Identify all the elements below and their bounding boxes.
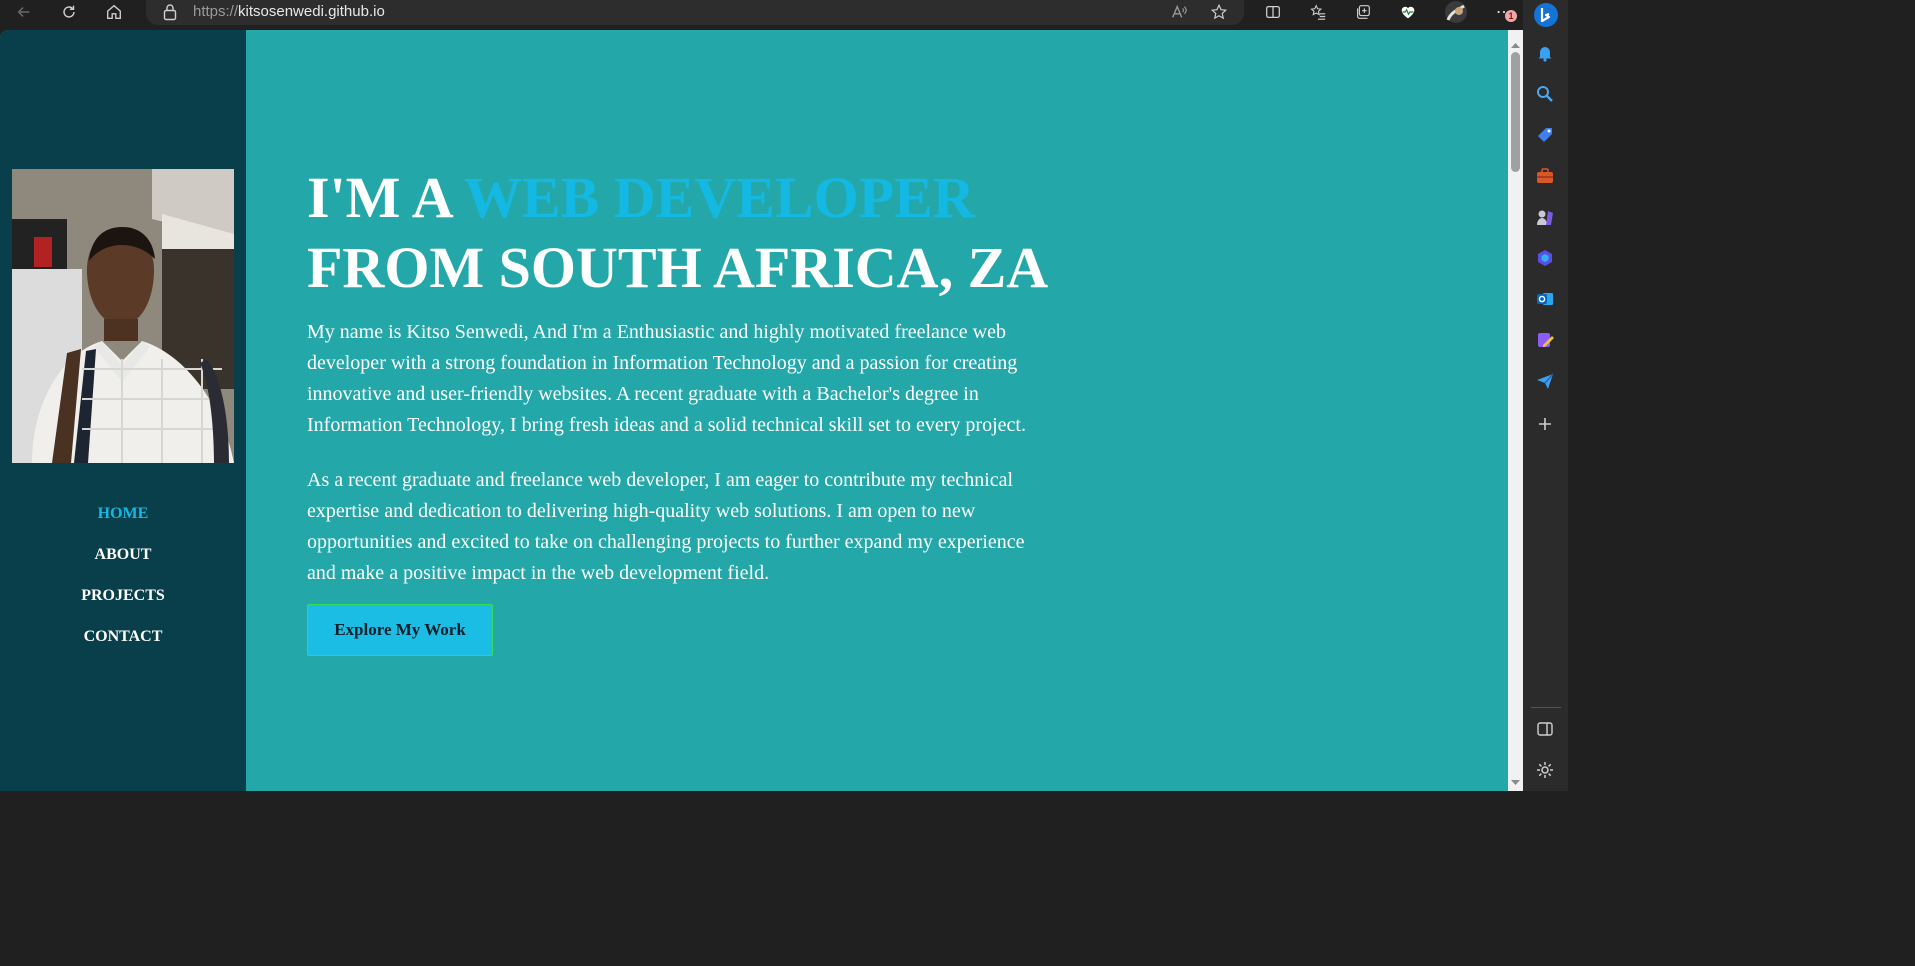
url-scheme: https:// (193, 3, 239, 20)
scrollbar-thumb[interactable] (1511, 52, 1520, 172)
headline-line-2: FROM SOUTH AFRICA, ZA (307, 235, 1049, 300)
hero-content: I'M A WEB DEVELOPER FROM SOUTH AFRICA, Z… (307, 163, 1067, 589)
designer-icon[interactable] (1535, 330, 1555, 350)
back-icon[interactable] (10, 0, 38, 24)
search-icon[interactable] (1535, 84, 1555, 104)
shopping-icon[interactable] (1535, 125, 1555, 145)
scroll-up-arrow-icon[interactable] (1511, 37, 1520, 48)
explore-work-button[interactable]: Explore My Work (307, 604, 493, 656)
browser-essentials-icon[interactable] (1394, 0, 1422, 24)
site-nav: HOME ABOUT PROJECTS CONTACT (0, 500, 246, 664)
home-icon[interactable] (100, 0, 128, 24)
edge-sidebar-divider (1531, 707, 1561, 708)
collections-icon[interactable] (1349, 0, 1377, 24)
hide-sidebar-icon[interactable] (1535, 719, 1555, 739)
notifications-icon[interactable] (1535, 43, 1555, 63)
url-host: kitsosenwedi.github.io (238, 3, 385, 20)
add-icon[interactable] (1535, 414, 1555, 434)
notification-badge: 1 (1505, 10, 1517, 22)
tools-icon[interactable] (1535, 166, 1555, 186)
headline-accent: WEB DEVELOPER (463, 165, 975, 230)
address-bar[interactable]: https://kitsosenwedi.github.io (146, 0, 1244, 25)
favorites-icon[interactable] (1304, 0, 1332, 24)
refresh-icon[interactable] (55, 0, 83, 24)
edge-sidebar (1523, 0, 1568, 791)
headline-prefix: I'M A (307, 165, 464, 230)
settings-icon[interactable] (1535, 760, 1555, 780)
nav-contact[interactable]: CONTACT (0, 623, 246, 664)
profile-avatar-icon[interactable] (1442, 0, 1470, 24)
page-scrollbar[interactable] (1508, 30, 1523, 791)
profile-photo (12, 169, 234, 463)
microsoft-365-icon[interactable] (1535, 248, 1555, 268)
site-sidebar: HOME ABOUT PROJECTS CONTACT (0, 30, 246, 791)
page-viewport: HOME ABOUT PROJECTS CONTACT I'M A WEB DE… (0, 30, 1508, 791)
lock-icon[interactable] (162, 3, 178, 21)
send-icon[interactable] (1535, 371, 1555, 391)
read-aloud-icon[interactable] (1168, 2, 1190, 22)
url-text[interactable]: https://kitsosenwedi.github.io (193, 3, 385, 20)
nav-about[interactable]: ABOUT (0, 541, 246, 582)
games-icon[interactable] (1535, 207, 1555, 227)
hero-headline: I'M A WEB DEVELOPER FROM SOUTH AFRICA, Z… (307, 163, 1067, 303)
nav-projects[interactable]: PROJECTS (0, 582, 246, 623)
favorite-star-icon[interactable] (1208, 2, 1230, 22)
split-screen-icon[interactable] (1259, 0, 1287, 24)
scroll-down-arrow-icon[interactable] (1511, 774, 1520, 785)
nav-home[interactable]: HOME (0, 500, 246, 541)
intro-paragraph: My name is Kitso Senwedi, And I'm a Enth… (307, 321, 1026, 436)
browser-toolbar: https://kitsosenwedi.github.io 1 (0, 0, 1568, 28)
outlook-icon[interactable] (1535, 289, 1555, 309)
bing-copilot-icon[interactable] (1533, 2, 1559, 28)
goals-paragraph: As a recent graduate and freelance web d… (307, 469, 1025, 584)
